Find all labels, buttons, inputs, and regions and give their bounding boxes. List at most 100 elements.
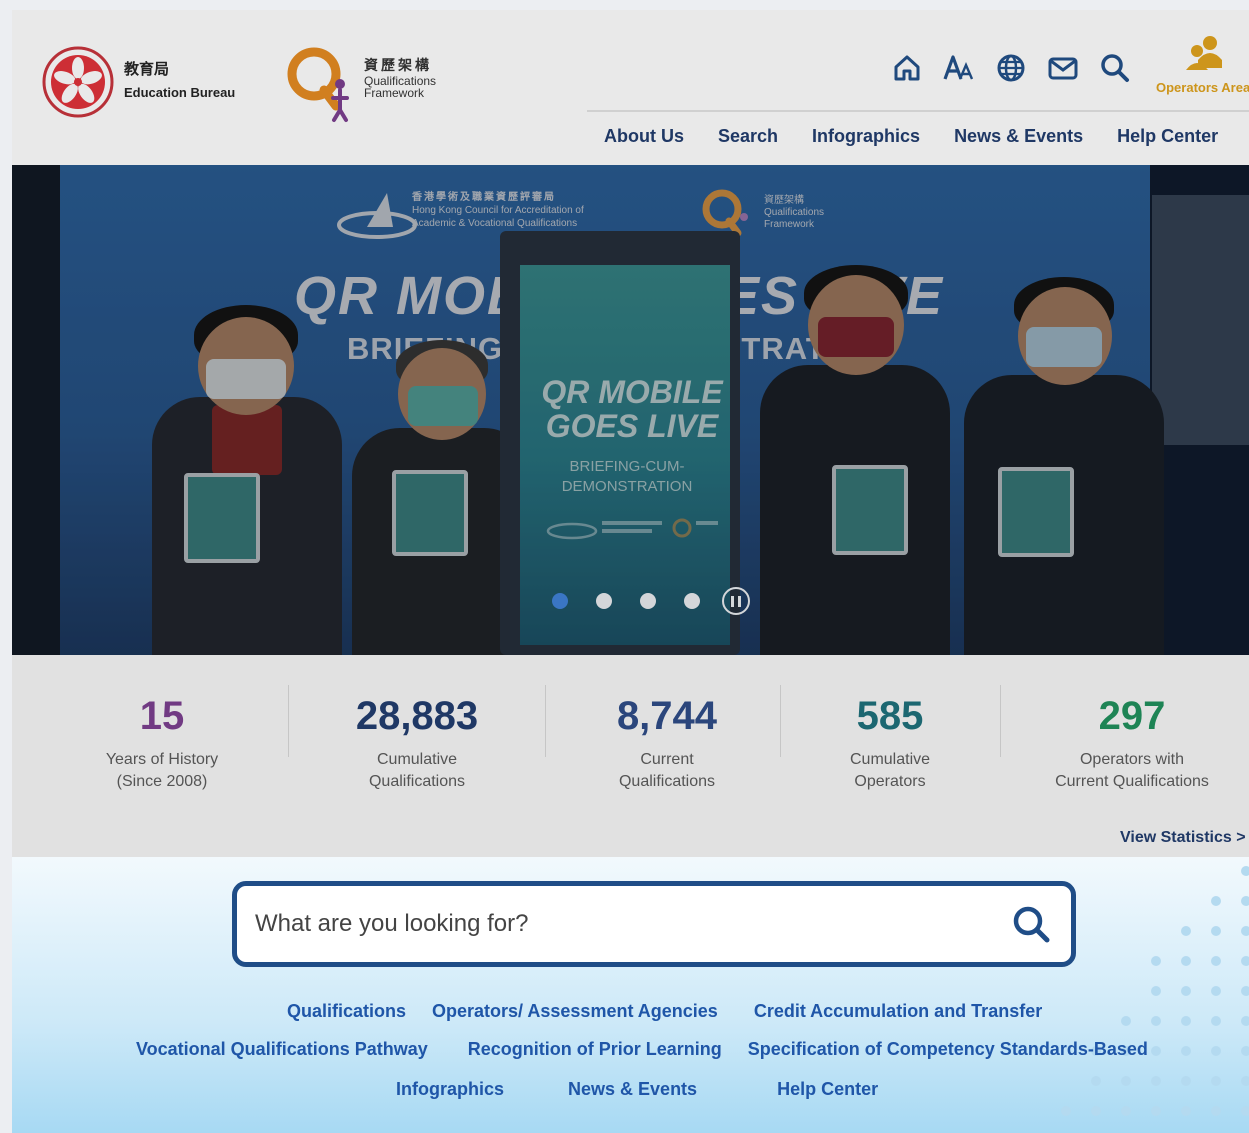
page: 教育局 Education Bureau 資歷架構 Qualifications… [12, 10, 1249, 1133]
nav-divider [587, 110, 1249, 112]
decorative-dot [1241, 1046, 1249, 1056]
statistics-panel: 15 Years of History (Since 2008) 28,883 … [12, 655, 1249, 857]
search-icon[interactable] [1098, 51, 1132, 85]
globe-icon[interactable] [994, 51, 1028, 85]
view-statistics-link[interactable]: View Statistics > [1120, 829, 1246, 847]
hero-carousel[interactable]: 香港學術及職業資歷評審局 Hong Kong Council for Accre… [12, 165, 1249, 655]
decorative-dot [1211, 1016, 1221, 1026]
decorative-dot [1151, 1046, 1161, 1056]
decorative-dot [1241, 1106, 1249, 1116]
decorative-dot [1211, 986, 1221, 996]
carousel-dot-2[interactable] [596, 593, 612, 609]
nav-help-center[interactable]: Help Center [1117, 126, 1218, 147]
search-submit-icon[interactable] [1009, 902, 1055, 948]
quick-link-recognition-prior-learning[interactable]: Recognition of Prior Learning [468, 1039, 722, 1060]
stat-cumulative-qualifications: 28,883 Cumulative Qualifications [332, 691, 502, 793]
stat-label-line2: Operators [854, 773, 926, 790]
edb-name-chinese: 教育局 [124, 60, 170, 78]
decorative-dot [1241, 1016, 1249, 1026]
decorative-dot [1151, 1076, 1161, 1086]
stat-value: 585 [856, 694, 924, 738]
carousel-dot-1[interactable] [552, 593, 568, 609]
edb-name[interactable]: 教育局 Education Bureau [124, 58, 235, 100]
decorative-dot [1151, 956, 1161, 966]
qf-logo[interactable] [284, 40, 360, 124]
operators-area-label: Operators Area [1156, 80, 1249, 95]
search-section: Qualifications Operators/ Assessment Age… [12, 857, 1249, 1133]
decorative-dot [1151, 986, 1161, 996]
quick-link-vocational-qualifications-pathway[interactable]: Vocational Qualifications Pathway [136, 1039, 428, 1060]
decorative-dot [1121, 1016, 1131, 1026]
decorative-dot [1211, 1076, 1221, 1086]
edb-name-english: Education Bureau [124, 85, 236, 100]
decorative-dot [1241, 896, 1249, 906]
nav-infographics[interactable]: Infographics [812, 126, 920, 147]
search-input[interactable] [255, 904, 995, 944]
carousel-pause-button[interactable] [722, 587, 750, 615]
stat-value: 15 [139, 694, 185, 738]
stat-label-line1: Cumulative [849, 751, 931, 768]
operators-group-icon [1184, 34, 1224, 74]
decorative-dot [1181, 956, 1191, 966]
decorative-dot [1181, 1106, 1191, 1116]
stat-label: Cumulative Qualifications [332, 749, 502, 793]
decorative-dot [1211, 896, 1221, 906]
carousel-indicators [552, 587, 750, 615]
quick-links-row-1: Qualifications Operators/ Assessment Age… [287, 1001, 1042, 1022]
mail-icon[interactable] [1046, 51, 1080, 85]
stat-divider [288, 685, 289, 757]
nav-search[interactable]: Search [718, 126, 778, 147]
quick-link-operators-assessment-agencies[interactable]: Operators/ Assessment Agencies [432, 1001, 718, 1022]
decorative-dot [1151, 1106, 1161, 1116]
stat-label-line2: Current Qualifications [1055, 773, 1209, 790]
main-nav: About Us Search Infographics News & Even… [604, 126, 1249, 147]
decorative-dot [1061, 1106, 1071, 1116]
stat-label-line1: Cumulative [376, 751, 458, 768]
decorative-dot [1091, 1076, 1101, 1086]
stat-divider [545, 685, 546, 757]
carousel-dot-4[interactable] [684, 593, 700, 609]
stat-divider [780, 685, 781, 757]
nav-about-us[interactable]: About Us [604, 126, 684, 147]
font-size-icon[interactable] [942, 51, 976, 85]
quick-link-news-events[interactable]: News & Events [568, 1079, 697, 1100]
decorative-dot [1181, 1046, 1191, 1056]
decorative-dot [1241, 986, 1249, 996]
decorative-dot [1241, 956, 1249, 966]
utility-toolbar [890, 50, 1132, 86]
decorative-dot [1121, 1106, 1131, 1116]
quick-link-credit-accumulation-transfer[interactable]: Credit Accumulation and Transfer [754, 1001, 1042, 1022]
decorative-dot [1241, 1076, 1249, 1086]
decorative-dot [1181, 1016, 1191, 1026]
decorative-dot [1181, 1076, 1191, 1086]
search-box [232, 881, 1076, 967]
operators-area-link[interactable]: Operators Area [1154, 34, 1249, 98]
stat-operators-current: 297 Operators with Current Qualification… [1032, 691, 1232, 793]
stat-label-line1: Current [640, 751, 694, 768]
stat-label-line2: Qualifications [368, 773, 466, 790]
decorative-dot [1241, 866, 1249, 876]
stat-cumulative-operators: 585 Cumulative Operators [820, 691, 960, 793]
stat-label-line2: Qualifications [618, 773, 716, 790]
qf-name-chinese: 資歷架構 [364, 58, 432, 74]
quick-links-row-2: Vocational Qualifications Pathway Recogn… [136, 1039, 1148, 1060]
quick-link-infographics[interactable]: Infographics [396, 1079, 504, 1100]
decorative-dot [1091, 1106, 1101, 1116]
nav-news-events[interactable]: News & Events [954, 126, 1083, 147]
qf-name[interactable]: 資歷架構 Qualifications Framework [364, 58, 436, 99]
stat-current-qualifications: 8,744 Current Qualifications [592, 691, 742, 793]
decorative-dot [1241, 926, 1249, 936]
carousel-dot-3[interactable] [640, 593, 656, 609]
decorative-dot [1211, 926, 1221, 936]
quick-link-qualifications[interactable]: Qualifications [287, 1001, 406, 1022]
stat-label: Current Qualifications [592, 749, 742, 793]
stat-value: 28,883 [355, 694, 479, 738]
stat-label: Operators with Current Qualifications [1032, 749, 1232, 793]
quick-link-help-center[interactable]: Help Center [777, 1079, 878, 1100]
quick-link-specification-competency-standards[interactable]: Specification of Competency Standards-Ba… [748, 1039, 1148, 1060]
stat-value: 8,744 [616, 694, 718, 738]
stat-label-line1: Operators with [1079, 751, 1185, 768]
decorative-dot [1211, 956, 1221, 966]
hksar-emblem-logo[interactable] [42, 46, 114, 118]
home-icon[interactable] [890, 51, 924, 85]
